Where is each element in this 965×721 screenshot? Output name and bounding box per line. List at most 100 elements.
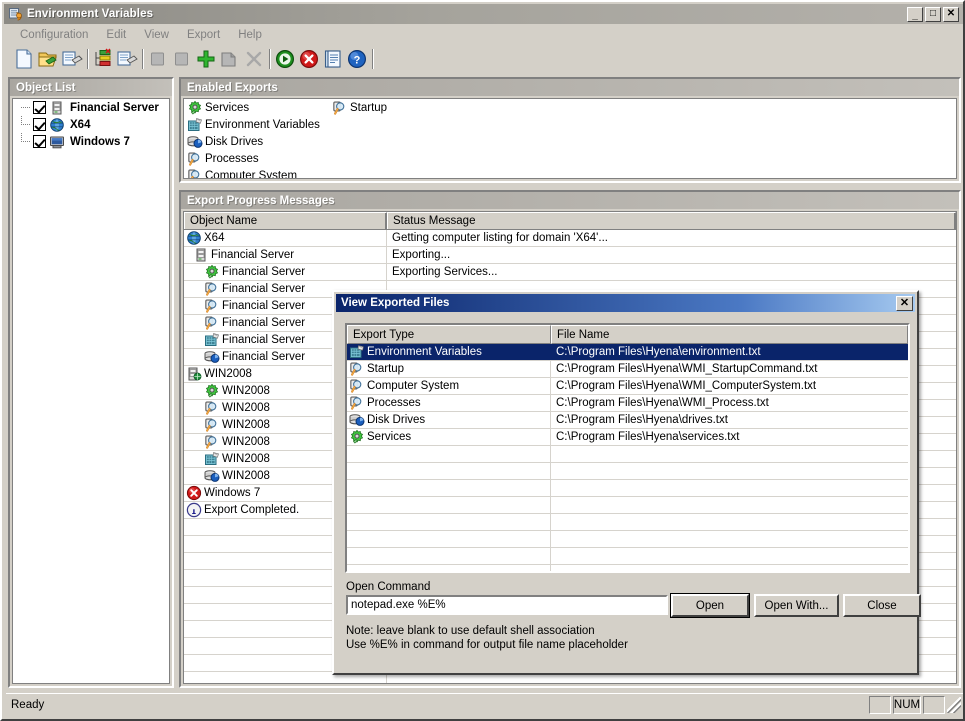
export-progress-row[interactable]: Financial ServerExporting... — [184, 247, 956, 264]
add-button[interactable] — [194, 47, 218, 71]
globe-icon — [49, 117, 65, 133]
disk-drive-icon — [349, 412, 365, 428]
exported-file-row[interactable]: ProcessesC:\Program Files\Hyena\WMI_Proc… — [347, 395, 908, 412]
env-vars-icon — [349, 344, 365, 360]
column-header-status-message[interactable]: Status Message — [387, 212, 956, 229]
new-document-button[interactable] — [12, 47, 36, 71]
window-title-bar[interactable]: Environment Variables _ □ ✕ — [4, 4, 963, 24]
report-button[interactable] — [321, 47, 345, 71]
export-object-button[interactable] — [115, 47, 139, 71]
dialog-close-button[interactable]: ✕ — [896, 296, 913, 311]
edit-button — [218, 47, 242, 71]
enabled-exports-list[interactable]: Services Startup Environment Variables Disk… — [183, 98, 957, 179]
column-header-file-name[interactable]: File Name — [551, 325, 908, 344]
open-command-input[interactable] — [346, 595, 668, 615]
export-progress-object-name: Windows 7 — [204, 487, 260, 499]
server-icon — [49, 100, 65, 116]
magnifier-icon — [204, 281, 220, 297]
open-folder-button[interactable] — [36, 47, 60, 71]
resize-grip-icon[interactable] — [947, 697, 961, 713]
object-list-checkbox[interactable] — [33, 101, 46, 114]
exported-file-empty-row — [347, 497, 908, 514]
export-progress-row[interactable]: Financial ServerExporting Services... — [184, 264, 956, 281]
maximize-button[interactable]: □ — [925, 7, 941, 22]
object-list-item[interactable]: X64 — [13, 116, 169, 133]
empty-cell — [347, 463, 551, 479]
export-type-cell: Computer System — [347, 378, 551, 394]
menu-item-view[interactable]: View — [135, 27, 178, 43]
export-progress-object-name: Financial Server — [211, 249, 294, 261]
exported-file-row[interactable]: Environment VariablesC:\Program Files\Hy… — [347, 344, 908, 361]
column-header-export-type[interactable]: Export Type — [347, 325, 551, 344]
window-caption-buttons: _ □ ✕ — [907, 7, 959, 22]
object-list-checkbox[interactable] — [33, 135, 46, 148]
magnifier-icon — [349, 361, 365, 377]
open-button[interactable]: Open — [671, 594, 749, 617]
enabled-export-item[interactable]: Environment Variables — [187, 117, 320, 133]
export-progress-object-name: Financial Server — [222, 283, 305, 295]
empty-cell — [551, 463, 908, 479]
enabled-export-item[interactable]: Services — [187, 100, 249, 116]
export-type-label: Processes — [367, 397, 421, 409]
exported-file-row[interactable]: StartupC:\Program Files\Hyena\WMI_Startu… — [347, 361, 908, 378]
status-pane-3 — [923, 696, 945, 714]
open-with-button[interactable]: Open With... — [754, 594, 839, 617]
exported-file-row[interactable]: Computer SystemC:\Program Files\Hyena\WM… — [347, 378, 908, 395]
disk-drive-icon — [204, 468, 220, 484]
menu-item-help[interactable]: Help — [229, 27, 271, 43]
menu-item-edit[interactable]: Edit — [97, 27, 135, 43]
magnifier-icon — [204, 315, 220, 331]
close-button[interactable]: Close — [843, 594, 921, 617]
enabled-export-label: Computer System — [205, 170, 297, 179]
cancel-button[interactable] — [297, 47, 321, 71]
properties-button[interactable] — [60, 47, 84, 71]
empty-cell — [347, 480, 551, 496]
dialog-note: Note: leave blank to use default shell a… — [346, 624, 628, 652]
toolbar — [4, 45, 963, 73]
exported-file-empty-row — [347, 531, 908, 548]
empty-cell — [551, 531, 908, 547]
help-button[interactable] — [345, 47, 369, 71]
object-list-checkbox[interactable] — [33, 118, 46, 131]
run-button[interactable] — [273, 47, 297, 71]
magnifier-icon — [187, 151, 203, 167]
enabled-export-label: Startup — [350, 102, 387, 114]
minimize-button[interactable]: _ — [907, 7, 923, 22]
column-header-object-name[interactable]: Object Name — [184, 212, 387, 229]
object-list-item[interactable]: Financial Server — [13, 99, 169, 116]
stop-button-2 — [170, 47, 194, 71]
export-type-label: Environment Variables — [367, 346, 482, 358]
empty-cell — [347, 531, 551, 547]
enabled-export-label: Environment Variables — [205, 119, 320, 131]
exported-file-row[interactable]: Disk DrivesC:\Program Files\Hyena\drives… — [347, 412, 908, 429]
toolbar-separator — [84, 48, 91, 70]
object-list-header: Object List — [10, 79, 172, 96]
export-progress-object-name: WIN2008 — [222, 470, 270, 482]
enabled-export-item[interactable]: Computer System — [187, 168, 297, 179]
window-title: Environment Variables — [27, 8, 907, 20]
close-button[interactable]: ✕ — [943, 7, 959, 22]
object-list-tree[interactable]: Financial Server X64 Windows 7 — [12, 98, 170, 684]
enabled-export-item[interactable]: Processes — [187, 151, 259, 167]
menu-item-export[interactable]: Export — [178, 27, 229, 43]
status-pane-1 — [869, 696, 891, 714]
export-type-cell: Services — [347, 429, 551, 445]
menu-item-configuration[interactable]: Configuration — [11, 27, 97, 43]
file-name-cell: C:\Program Files\Hyena\WMI_StartupComman… — [551, 361, 908, 377]
env-vars-icon — [204, 332, 220, 348]
exported-files-listview[interactable]: Export Type File Name Environment Variab… — [345, 323, 910, 573]
enabled-export-item[interactable]: Startup — [332, 100, 387, 116]
object-list-item-label: X64 — [70, 119, 90, 131]
exported-file-row[interactable]: ServicesC:\Program Files\Hyena\services.… — [347, 429, 908, 446]
enabled-export-item[interactable]: Disk Drives — [187, 134, 263, 150]
object-list-item[interactable]: Windows 7 — [13, 133, 169, 150]
export-progress-object-name: Financial Server — [222, 317, 305, 329]
magnifier-icon — [187, 168, 203, 179]
info-blue-icon — [186, 502, 202, 518]
export-progress-row[interactable]: X64Getting computer listing for domain '… — [184, 230, 956, 247]
dialog-title-bar[interactable]: View Exported Files ✕ — [336, 294, 915, 312]
object-tree-button[interactable] — [91, 47, 115, 71]
empty-cell — [347, 446, 551, 462]
enabled-exports-panel: Enabled Exports ServicesStartupEnvironme… — [179, 77, 961, 183]
empty-cell — [551, 514, 908, 530]
